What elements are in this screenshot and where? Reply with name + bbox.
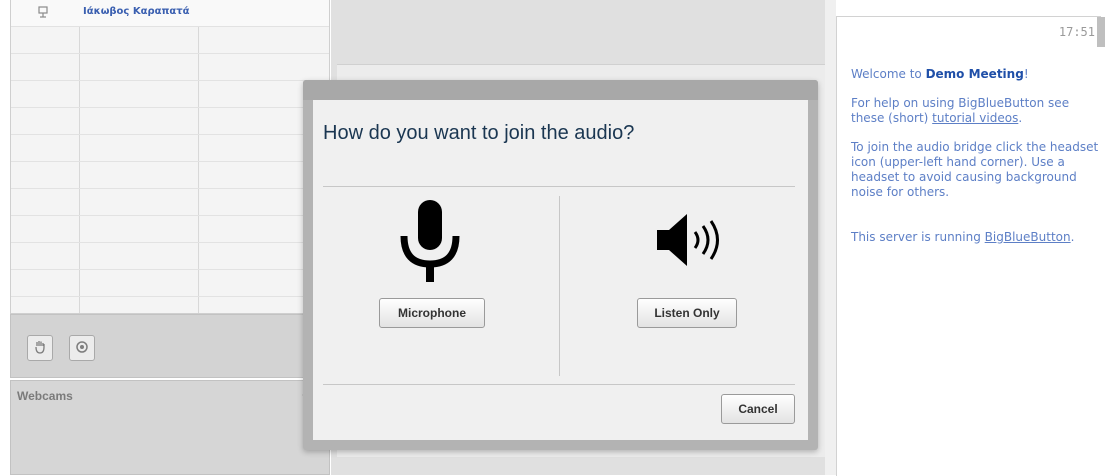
audio-join-dialog: How do you want to join the audio? Micro… <box>313 100 808 440</box>
users-panel: Ιάκωβος Καραπατά <box>10 0 330 314</box>
empty-row <box>11 54 329 81</box>
microphone-icon[interactable] <box>398 200 462 284</box>
help-suffix: . <box>1018 111 1023 125</box>
user-name: Ιάκωβος Καραπατά <box>83 6 190 17</box>
server-text: This server is running <box>851 230 985 244</box>
panel-divider <box>825 0 836 475</box>
microphone-button[interactable]: Microphone <box>379 298 485 328</box>
empty-row <box>11 81 329 108</box>
listen-only-button[interactable]: Listen Only <box>637 298 737 328</box>
chat-panel: 17:51 Welcome to Demo Meeting! For help … <box>836 16 1105 476</box>
empty-row <box>11 162 329 189</box>
audio-help-message: To join the audio bridge click the heads… <box>851 140 1099 199</box>
tutorial-videos-link[interactable]: tutorial videos <box>932 111 1018 125</box>
help-message: For help on using BigBlueButton see thes… <box>851 96 1099 126</box>
empty-row <box>11 243 329 270</box>
speaker-icon[interactable] <box>655 212 725 268</box>
settings-button[interactable] <box>69 335 95 361</box>
webcams-panel: Webcams – <box>10 380 330 475</box>
welcome-prefix: Welcome to <box>851 67 926 81</box>
empty-row <box>11 270 329 297</box>
dialog-title: How do you want to join the audio? <box>323 122 635 144</box>
divider <box>323 186 795 187</box>
bigbluebutton-link[interactable]: BigBlueButton <box>985 230 1071 244</box>
raise-hand-button[interactable] <box>27 335 53 361</box>
cancel-button[interactable]: Cancel <box>721 394 795 424</box>
chat-scrollbar[interactable] <box>1097 17 1105 47</box>
divider <box>559 196 560 376</box>
meeting-name: Demo Meeting <box>925 67 1024 81</box>
empty-row <box>11 108 329 135</box>
users-toolbar <box>10 314 330 378</box>
welcome-message: Welcome to Demo Meeting! <box>851 67 1099 82</box>
empty-row <box>11 27 329 54</box>
user-row[interactable]: Ιάκωβος Καραπατά <box>11 0 329 27</box>
empty-row <box>11 297 329 313</box>
welcome-suffix: ! <box>1023 67 1029 81</box>
chat-messages: Welcome to Demo Meeting! For help on usi… <box>851 67 1099 259</box>
empty-row <box>11 135 329 162</box>
server-message: This server is running BigBlueButton. <box>851 230 1099 245</box>
audio-dialog-frame: How do you want to join the audio? Micro… <box>303 80 818 450</box>
webcams-title: Webcams <box>17 389 73 403</box>
empty-row <box>11 216 329 243</box>
server-suffix: . <box>1070 230 1075 244</box>
raise-hand-icon <box>34 340 46 357</box>
empty-row <box>11 189 329 216</box>
dialog-drag-bar[interactable] <box>303 80 818 100</box>
chat-timestamp: 17:51 <box>1058 25 1095 39</box>
settings-gear-icon <box>75 340 89 357</box>
user-icon <box>37 6 49 18</box>
divider <box>323 384 795 385</box>
